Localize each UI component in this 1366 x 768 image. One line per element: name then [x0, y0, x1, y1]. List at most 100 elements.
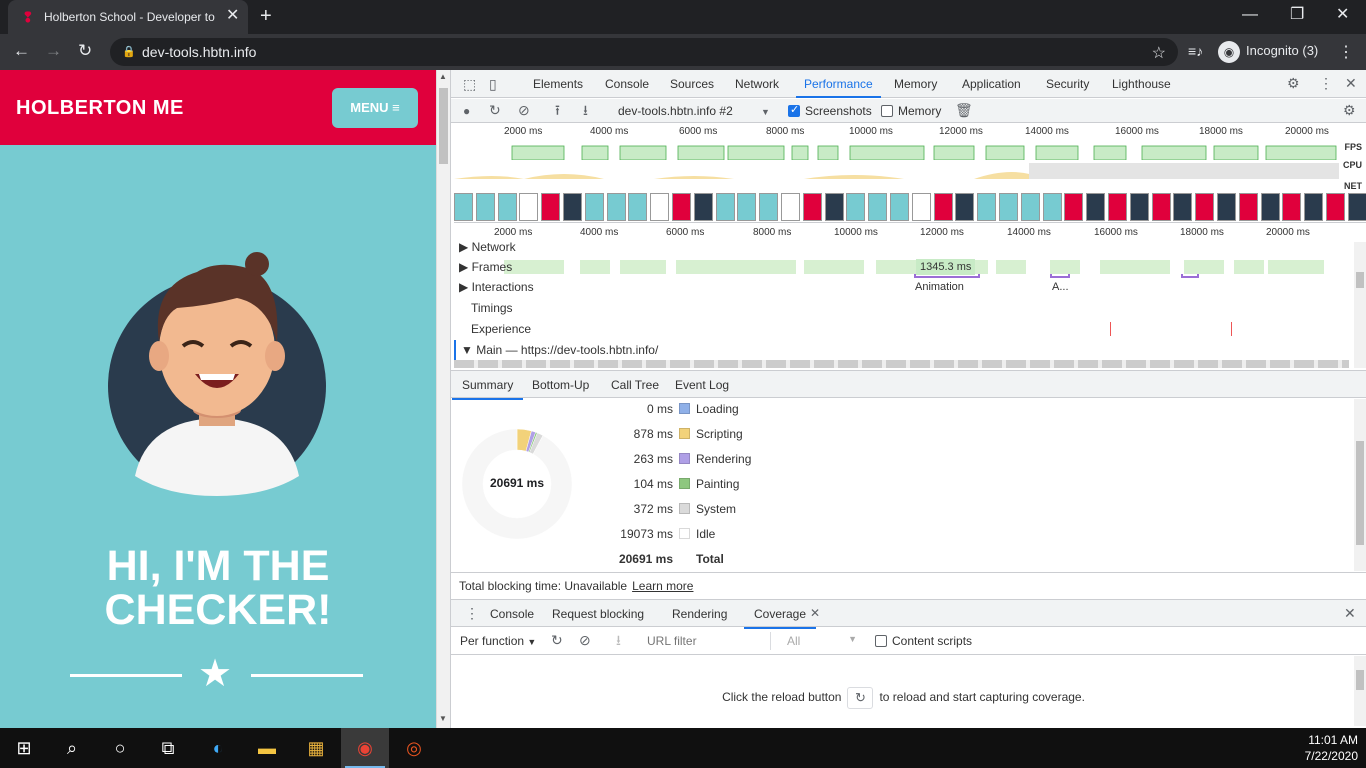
screenshot-thumbnail[interactable]: [650, 193, 670, 221]
track-experience[interactable]: Experience: [454, 319, 1349, 339]
screenshot-thumbnail[interactable]: [1129, 193, 1149, 221]
screenshot-thumbnail[interactable]: [1195, 193, 1215, 221]
screenshot-thumbnail[interactable]: [1108, 193, 1127, 221]
tab-security[interactable]: Security: [1046, 77, 1089, 91]
type-select[interactable]: All ▼: [787, 634, 857, 648]
tracks-scroll-thumb[interactable]: [1356, 272, 1364, 288]
coverage-reload-icon[interactable]: ↻: [551, 633, 563, 647]
close-window-icon[interactable]: ✕: [1336, 6, 1349, 24]
tab-lighthouse[interactable]: Lighthouse: [1112, 77, 1171, 91]
scroll-down-icon[interactable]: ▼: [439, 714, 447, 723]
screenshot-thumbnail[interactable]: [693, 193, 713, 221]
screenshot-thumbnail[interactable]: [1326, 193, 1345, 221]
screenshot-thumbnail[interactable]: [781, 193, 800, 221]
track-network-label[interactable]: ▶ Network: [459, 237, 516, 257]
trash-icon[interactable]: 🗑: [955, 103, 973, 117]
content-scripts-check-icon[interactable]: [875, 635, 887, 647]
screenshot-thumbnail[interactable]: [606, 193, 626, 221]
page-scrollbar[interactable]: ▲ ▼: [436, 70, 450, 728]
restore-icon[interactable]: ❐: [1290, 6, 1304, 24]
ubuntu-icon[interactable]: ◎: [390, 728, 438, 768]
screenshot-thumbnail[interactable]: [628, 193, 648, 221]
coverage-scrollbar[interactable]: [1354, 656, 1366, 726]
tab-bottom-up[interactable]: Bottom-Up: [532, 378, 589, 392]
track-interactions[interactable]: ▶ Interactions Animation A...: [454, 274, 1349, 297]
minimize-icon[interactable]: —: [1242, 6, 1258, 24]
cortana-icon[interactable]: ○: [96, 728, 144, 768]
memory-checkbox[interactable]: Memory: [881, 104, 941, 118]
screenshot-thumbnail[interactable]: [1020, 193, 1040, 221]
close-drawer-icon[interactable]: ✕: [1344, 606, 1356, 620]
screenshot-thumbnail[interactable]: [672, 193, 691, 221]
tab-summary[interactable]: Summary: [451, 378, 524, 400]
close-devtools-icon[interactable]: ✕: [1345, 76, 1357, 90]
screenshot-thumbnail[interactable]: [824, 193, 844, 221]
browser-tab[interactable]: ❢ Holberton School - Developer to ✕: [8, 0, 248, 34]
screenshot-thumbnail[interactable]: [1347, 193, 1366, 221]
track-interactions-label[interactable]: ▶ Interactions: [459, 277, 534, 297]
content-scripts-checkbox[interactable]: Content scripts: [875, 634, 972, 648]
screenshot-thumbnail[interactable]: [1042, 193, 1062, 221]
tab-elements[interactable]: Elements: [533, 77, 583, 91]
animation-bracket-3[interactable]: [1181, 274, 1199, 278]
profile-select[interactable]: dev-tools.hbtn.info #2: [618, 104, 733, 118]
tab-performance[interactable]: Performance: [796, 77, 881, 98]
capture-settings-icon[interactable]: ⚙: [1343, 103, 1356, 117]
back-icon[interactable]: ←: [13, 42, 30, 60]
drawer-tab-console[interactable]: Console: [490, 607, 534, 621]
edge-icon[interactable]: ◐: [194, 728, 242, 768]
screenshot-thumbnail[interactable]: [563, 193, 582, 221]
inspect-element-icon[interactable]: ⬚: [463, 77, 476, 91]
screenshot-thumbnail[interactable]: [1260, 193, 1280, 221]
address-bar[interactable]: 🔒 dev-tools.hbtn.info ☆: [110, 38, 1178, 66]
tab-memory[interactable]: Memory: [894, 77, 937, 91]
screenshot-thumbnail[interactable]: [1282, 193, 1302, 221]
track-frames-label[interactable]: ▶ Frames: [459, 257, 512, 277]
coverage-scroll-thumb[interactable]: [1356, 670, 1364, 690]
media-controls-icon[interactable]: ≡♪: [1188, 43, 1203, 59]
search-icon[interactable]: ⌕: [48, 728, 96, 768]
screenshot-thumbnail[interactable]: [911, 193, 931, 221]
reload-profile-icon[interactable]: ↻: [489, 103, 501, 117]
screenshot-thumbnail[interactable]: [584, 193, 604, 221]
tab-network[interactable]: Network: [735, 77, 779, 91]
tab-call-tree[interactable]: Call Tree: [611, 378, 659, 392]
screenshot-thumbnail[interactable]: [1151, 193, 1171, 221]
load-profile-icon[interactable]: ⭱: [555, 103, 560, 117]
more-options-icon[interactable]: ⋮: [1319, 76, 1333, 90]
layout-shift-marker[interactable]: [1110, 322, 1111, 336]
site-brand[interactable]: HOLBERTON ME: [16, 96, 184, 120]
save-profile-icon[interactable]: ⭳: [583, 103, 588, 117]
incognito-indicator[interactable]: ◉ Incognito (3): [1218, 40, 1318, 63]
tab-event-log[interactable]: Event Log: [675, 378, 729, 392]
close-coverage-tab-icon[interactable]: ✕: [810, 606, 820, 620]
tab-application[interactable]: Application: [962, 77, 1021, 91]
device-toolbar-icon[interactable]: ▯: [489, 77, 497, 91]
drawer-tab-coverage[interactable]: Coverage: [743, 607, 817, 629]
screenshot-thumbnail[interactable]: [802, 193, 822, 221]
screenshots-checkbox[interactable]: Screenshots: [788, 103, 872, 118]
export-icon[interactable]: ⭳: [616, 633, 621, 647]
bookmark-star-icon[interactable]: ☆: [1152, 43, 1166, 63]
forward-icon[interactable]: →: [45, 42, 62, 60]
screenshot-thumbnail[interactable]: [497, 193, 517, 221]
screenshot-thumbnail[interactable]: [541, 193, 561, 221]
task-view-icon[interactable]: ⧉: [144, 728, 192, 768]
drawer-tab-request-blocking[interactable]: Request blocking: [552, 607, 644, 621]
screenshot-thumbnail[interactable]: [846, 193, 866, 221]
memory-check-icon[interactable]: [881, 105, 893, 117]
tab-console[interactable]: Console: [605, 77, 649, 91]
drawer-menu-icon[interactable]: ⋮: [465, 606, 479, 620]
screenshot-thumbnail[interactable]: [1304, 193, 1324, 221]
screenshot-thumbnail[interactable]: [1064, 193, 1084, 221]
learn-more-link[interactable]: Learn more: [632, 579, 693, 593]
reload-icon[interactable]: ↻: [78, 42, 92, 60]
summary-scrollbar[interactable]: [1354, 399, 1366, 571]
screenshot-filmstrip[interactable]: [454, 193, 1366, 221]
page-scroll-thumb[interactable]: [439, 88, 448, 164]
clear-icon[interactable]: ⊘: [518, 103, 530, 117]
drawer-tab-rendering[interactable]: Rendering: [672, 607, 727, 621]
screenshot-thumbnail[interactable]: [519, 193, 539, 221]
layout-shift-marker[interactable]: [1231, 322, 1232, 336]
screenshot-thumbnail[interactable]: [890, 193, 909, 221]
